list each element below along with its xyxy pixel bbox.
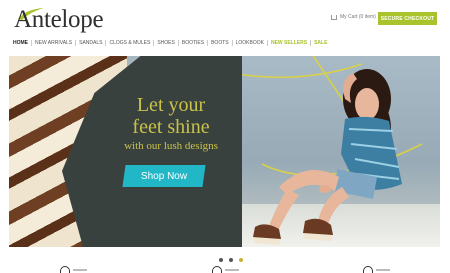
cart-link[interactable]: My Cart (0 item): [331, 14, 376, 20]
hero-headline: Let your feet shine: [115, 94, 227, 138]
nav-item-boots[interactable]: BOOTS: [207, 40, 232, 46]
nav-item-home[interactable]: HOME: [13, 40, 31, 46]
carousel-dot[interactable]: [229, 258, 233, 262]
nav-item-lookbook[interactable]: LOOKBOOK: [231, 40, 267, 46]
logo-text: Antelope: [14, 6, 104, 33]
feature-strip: [60, 266, 390, 273]
nav-item-sandals[interactable]: SANDALS: [75, 40, 105, 46]
secure-checkout-button[interactable]: SECURE CHECKOUT: [378, 12, 437, 25]
model-photo-illustration: [253, 69, 402, 245]
hero-headline-line2: feet shine: [132, 116, 210, 138]
carousel-dots: [219, 258, 243, 262]
shipping-icon: [60, 266, 70, 273]
returns-icon: [211, 266, 222, 273]
feature-item: [60, 266, 87, 273]
shop-now-button[interactable]: Shop Now: [122, 165, 206, 187]
nav-item-clogs-mules[interactable]: CLOGS & MULES: [105, 40, 153, 46]
hero-headline-line1: Let your: [136, 94, 206, 116]
carousel-dot[interactable]: [239, 258, 243, 262]
cart-label: My Cart (0 item): [340, 14, 376, 20]
nav-item-shoes[interactable]: SHOES: [153, 40, 178, 46]
carousel-dot[interactable]: [219, 258, 223, 262]
hero-subheadline: with our lush designs: [124, 140, 218, 152]
main-nav: HOME NEW ARRIVALS SANDALS CLOGS & MULES SHOE…: [13, 39, 330, 47]
hero-banner[interactable]: Let your feet shine with our lush design…: [7, 54, 442, 249]
feature-item: [211, 266, 239, 273]
nav-item-new-arrivals[interactable]: NEW ARRIVALS: [31, 40, 75, 46]
feature-item: [363, 266, 390, 273]
payment-icon: [363, 266, 373, 273]
nav-item-new-sellers[interactable]: NEW SELLERS: [266, 40, 310, 46]
nav-item-booties[interactable]: BOOTIES: [177, 40, 207, 46]
brand-logo[interactable]: Antelope: [14, 4, 124, 36]
nav-item-sale[interactable]: SALE: [310, 40, 330, 46]
shop-now-label: Shop Now: [140, 170, 188, 182]
cart-icon: [331, 14, 337, 20]
